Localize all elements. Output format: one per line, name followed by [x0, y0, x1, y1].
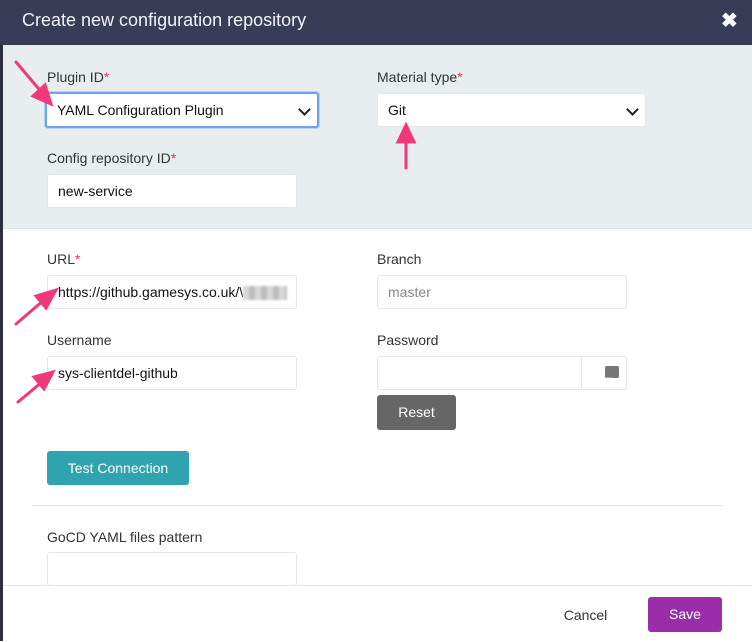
config-repo-id-value: new-service	[58, 183, 133, 199]
chevron-down-icon	[298, 103, 311, 116]
plugin-id-label-text: Plugin ID	[47, 69, 104, 85]
url-input[interactable]: https://github.gamesys.co.uk/\	[47, 275, 297, 309]
config-repo-id-label-text: Config repository ID	[47, 150, 171, 166]
password-separator	[581, 357, 582, 389]
branch-label: Branch	[377, 251, 422, 267]
dialog-footer	[3, 585, 752, 642]
required-mark: *	[103, 69, 110, 85]
material-type-select[interactable]: Git	[377, 93, 646, 127]
yaml-pattern-input[interactable]	[47, 552, 297, 586]
plugin-id-value: YAML Configuration Plugin	[57, 102, 224, 118]
material-type-value: Git	[388, 102, 406, 118]
branch-input[interactable]: master	[377, 275, 627, 309]
config-repo-id-input[interactable]: new-service	[47, 174, 297, 208]
url-label-text: URL	[47, 251, 76, 267]
url-label: URL*	[47, 251, 80, 267]
branch-placeholder: master	[388, 284, 431, 300]
dialog-header: Create new configuration repository ✖	[0, 0, 752, 45]
cancel-button[interactable]: Cancel	[558, 605, 613, 625]
required-mark: *	[75, 251, 81, 267]
reset-button[interactable]: Reset	[377, 395, 456, 430]
section-divider	[32, 505, 722, 506]
save-button[interactable]: Save	[648, 597, 722, 632]
required-mark: *	[457, 69, 463, 85]
material-type-label: Material type*	[377, 69, 463, 85]
password-input[interactable]	[377, 356, 627, 390]
yaml-pattern-label: GoCD YAML files pattern	[47, 529, 203, 545]
url-value: https://github.gamesys.co.uk/\	[58, 284, 244, 300]
password-manager-icon[interactable]	[605, 363, 619, 389]
username-input[interactable]: sys-clientdel-github	[47, 356, 297, 390]
username-value: sys-clientdel-github	[58, 365, 178, 381]
config-repo-id-label: Config repository ID*	[47, 150, 176, 166]
create-config-repo-dialog: Create new configuration repository ✖ Pl…	[0, 0, 752, 642]
plugin-id-select[interactable]: YAML Configuration Plugin	[45, 92, 319, 128]
password-label: Password	[377, 332, 439, 348]
dialog-title: Create new configuration repository	[22, 10, 307, 30]
material-type-label-text: Material type	[377, 69, 458, 85]
plugin-id-label: Plugin ID*	[47, 69, 109, 85]
close-icon[interactable]: ✖	[721, 8, 738, 33]
test-connection-button[interactable]: Test Connection	[47, 451, 189, 485]
username-label: Username	[47, 332, 112, 348]
required-mark: *	[170, 150, 177, 166]
redacted-text	[243, 286, 288, 301]
chevron-down-icon	[626, 103, 639, 116]
